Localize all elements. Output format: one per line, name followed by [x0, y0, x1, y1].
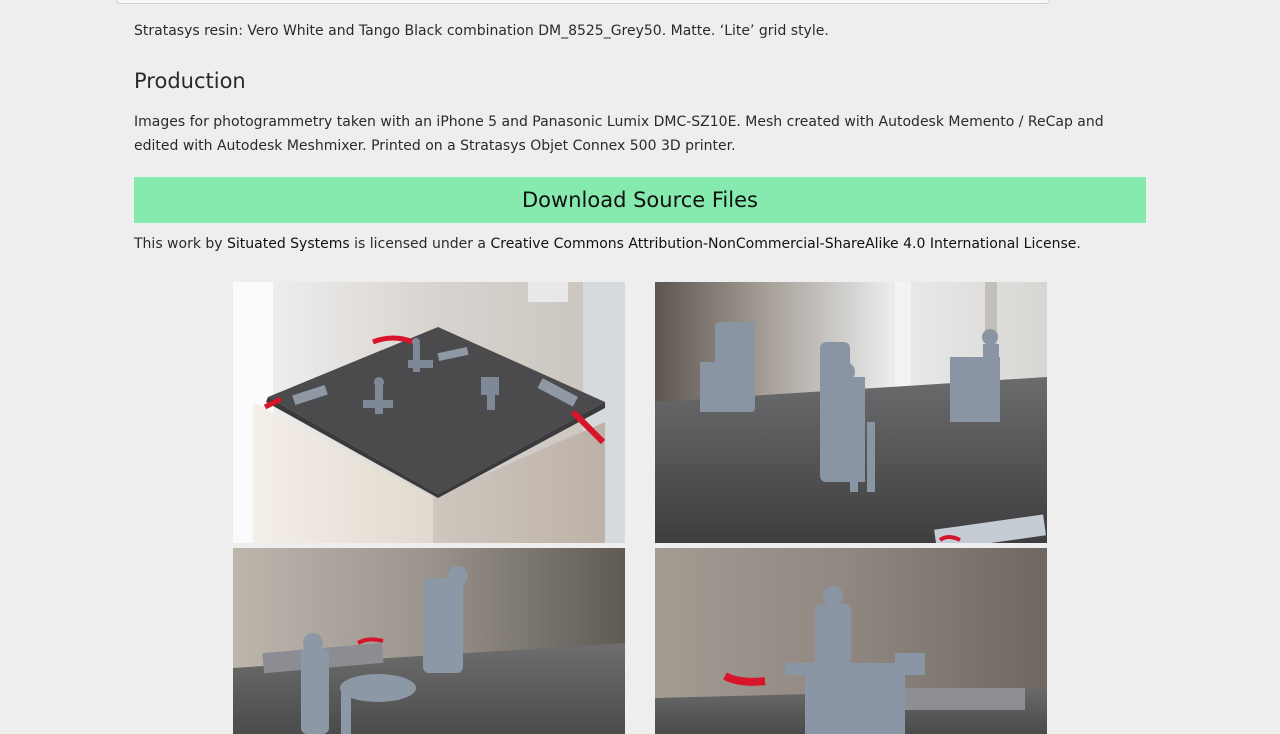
production-heading: Production — [134, 69, 246, 93]
license-prefix: This work by — [134, 236, 228, 252]
photo-plinth-overview[interactable] — [233, 282, 625, 543]
download-source-files-button[interactable]: Download Source Files — [134, 177, 1146, 223]
license-text: This work by Situated Systems is license… — [134, 234, 1081, 254]
browser-top-edge — [116, 0, 1050, 4]
photo-figure-at-machine[interactable] — [655, 282, 1047, 543]
license-suffix: . — [1076, 236, 1081, 252]
resin-description: Stratasys resin: Vero White and Tango Bl… — [134, 23, 829, 39]
situated-systems-link[interactable]: Situated Systems — [227, 236, 350, 252]
photo-figure-sawing[interactable] — [233, 548, 625, 734]
production-description: Images for photogrammetry taken with an … — [134, 114, 1104, 154]
license-middle: is licensed under a — [349, 236, 491, 252]
creative-commons-license-link[interactable]: Creative Commons Attribution-NonCommerci… — [490, 236, 1076, 252]
photo-figure-behind-machine[interactable] — [655, 548, 1047, 734]
